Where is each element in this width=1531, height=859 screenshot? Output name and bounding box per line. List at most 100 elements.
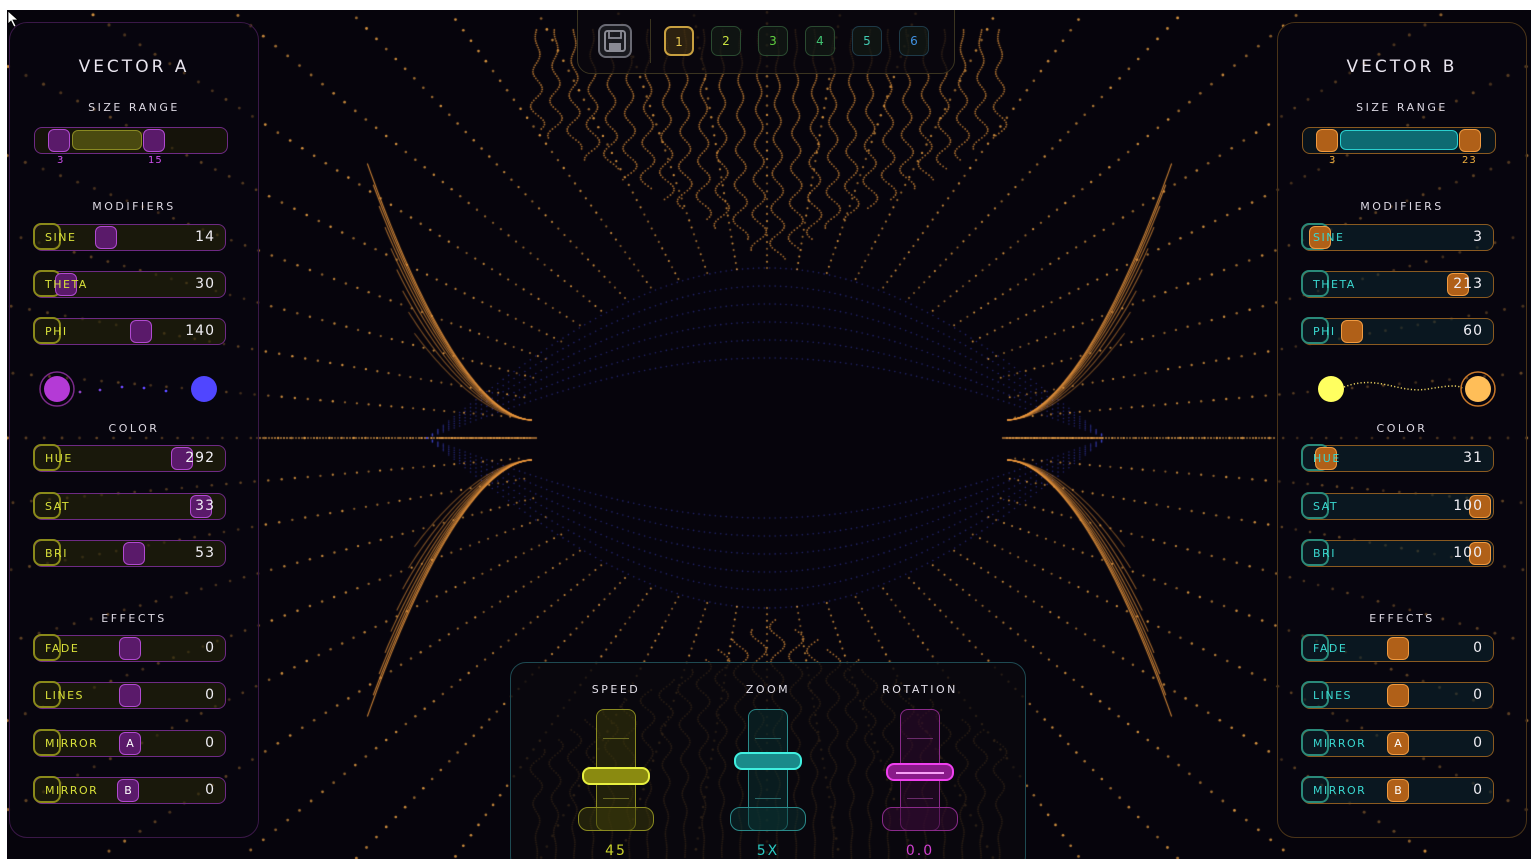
mirror-a-slider[interactable]: A MIRROR 0 [34,730,226,757]
mirror-b-label: MIRROR [1313,784,1366,797]
effects-label: EFFECTS [10,612,258,625]
vector-b-title: VECTOR B [1278,57,1526,77]
phi-value: 140 [185,323,215,339]
mirror-b-slider-knob[interactable]: B [117,779,139,802]
save-button[interactable] [598,24,632,58]
speed-slider-knob[interactable] [582,767,650,785]
preset-bar: 123456 [577,10,955,74]
color-end-dot [191,376,217,402]
phi-label: PHI [1313,325,1336,338]
lines-slider-knob[interactable] [1387,684,1409,707]
vector-a-title: VECTOR A [10,57,258,77]
modifiers-label: MODIFIERS [1278,200,1526,213]
sat-slider[interactable]: SAT 33 [34,493,226,520]
theta-label: THETA [1313,278,1356,291]
sine-value: 3 [1473,229,1483,245]
size-range-slider[interactable] [1302,127,1496,154]
fade-slider[interactable]: FADE 0 [1302,635,1494,662]
color-end-dot [1465,376,1491,402]
fade-slider[interactable]: FADE 0 [34,635,226,662]
size-range-min-knob[interactable] [48,129,70,152]
size-range-label: SIZE RANGE [10,101,258,114]
color-gradient-preview [10,368,258,408]
preset-button-2[interactable]: 2 [711,26,741,56]
phi-slider[interactable]: PHI 140 [34,318,226,345]
speed-slider-base [578,807,654,831]
size-range-slider[interactable] [34,127,228,154]
size-range-max-knob[interactable] [143,129,165,152]
rotation-value: 0.0 [850,843,990,859]
bri-value: 100 [1453,545,1483,561]
hue-slider[interactable]: HUE 31 [1302,445,1494,472]
preset-button-5[interactable]: 5 [852,26,882,56]
mirror-a-value: 0 [1473,735,1483,751]
mirror-a-slider-knob[interactable]: A [1387,732,1409,755]
lines-slider[interactable]: LINES 0 [1302,682,1494,709]
rotation-slider-knob[interactable] [886,763,954,781]
sine-label: SINE [45,231,76,244]
hue-value: 292 [185,450,215,466]
theta-slider[interactable]: THETA 30 [34,271,226,298]
sat-value: 33 [195,498,215,514]
hue-slider[interactable]: HUE 292 [34,445,226,472]
bri-slider[interactable]: BRI 53 [34,540,226,567]
lines-slider[interactable]: LINES 0 [34,682,226,709]
sine-slider[interactable]: SINE 3 [1302,224,1494,251]
rotation-label: ROTATION [850,683,990,696]
bri-slider[interactable]: BRI 100 [1302,540,1494,567]
phi-slider-knob[interactable] [130,320,152,343]
separator [650,19,651,63]
zoom-slider-knob[interactable] [734,752,802,770]
color-gradient-preview [1278,368,1526,408]
sine-value: 14 [195,229,215,245]
sat-slider[interactable]: SAT 100 [1302,493,1494,520]
bri-label: BRI [1313,547,1336,560]
theta-value: 30 [195,276,215,292]
preset-button-3[interactable]: 3 [758,26,788,56]
theta-slider[interactable]: THETA 213 [1302,271,1494,298]
visualizer-stage[interactable]: 123456 VECTOR A SIZE RANGE 3 1 5 MODIFIER… [7,10,1531,859]
lines-value: 0 [205,687,215,703]
size-range-label: SIZE RANGE [1278,101,1526,114]
fade-slider-knob[interactable] [1387,637,1409,660]
color-label: COLOR [1278,422,1526,435]
fade-label: FADE [1313,642,1347,655]
mirror-a-slider-knob[interactable]: A [119,732,141,755]
phi-slider-knob[interactable] [1341,320,1363,343]
vector-b-panel: VECTOR B SIZE RANGE 3 23 MODIFIERS SINE 3… [1277,22,1527,838]
mirror-b-slider[interactable]: B MIRROR 0 [1302,777,1494,804]
preset-button-4[interactable]: 4 [805,26,835,56]
bri-value: 53 [195,545,215,561]
zoom-label: ZOOM [698,683,838,696]
size-range-fill [1340,130,1458,150]
mirror-b-slider-knob[interactable]: B [1387,779,1409,802]
sat-label: SAT [45,500,70,513]
size-range-min-knob[interactable] [1316,129,1338,152]
size-range-min-value: 3 [57,155,64,166]
sat-value: 100 [1453,498,1483,514]
lines-slider-knob[interactable] [119,684,141,707]
sine-slider[interactable]: SINE 14 [34,224,226,251]
sine-slider-knob[interactable] [95,226,117,249]
mirror-b-label: MIRROR [45,784,98,797]
mirror-b-value: 0 [205,782,215,798]
zoom-slider-base [730,807,806,831]
preset-button-6[interactable]: 6 [899,26,929,56]
color-label: COLOR [10,422,258,435]
save-icon [600,26,630,56]
playback-controls-panel: SPEED ZOOM ROTATION 45 5X 0.0 [510,662,1026,859]
preset-button-1[interactable]: 1 [664,26,694,56]
bri-slider-knob[interactable] [123,542,145,565]
mirror-b-value: 0 [1473,782,1483,798]
sine-label: SINE [1313,231,1344,244]
size-range-max-value: 23 [1462,155,1477,166]
phi-slider[interactable]: PHI 60 [1302,318,1494,345]
lines-value: 0 [1473,687,1483,703]
fade-slider-knob[interactable] [119,637,141,660]
rotation-slider-base [882,807,958,831]
mirror-b-slider[interactable]: B MIRROR 0 [34,777,226,804]
size-range-max-knob[interactable] [1459,129,1481,152]
size-range-min-value: 3 [1329,155,1336,166]
mirror-a-label: MIRROR [45,737,98,750]
mirror-a-slider[interactable]: A MIRROR 0 [1302,730,1494,757]
